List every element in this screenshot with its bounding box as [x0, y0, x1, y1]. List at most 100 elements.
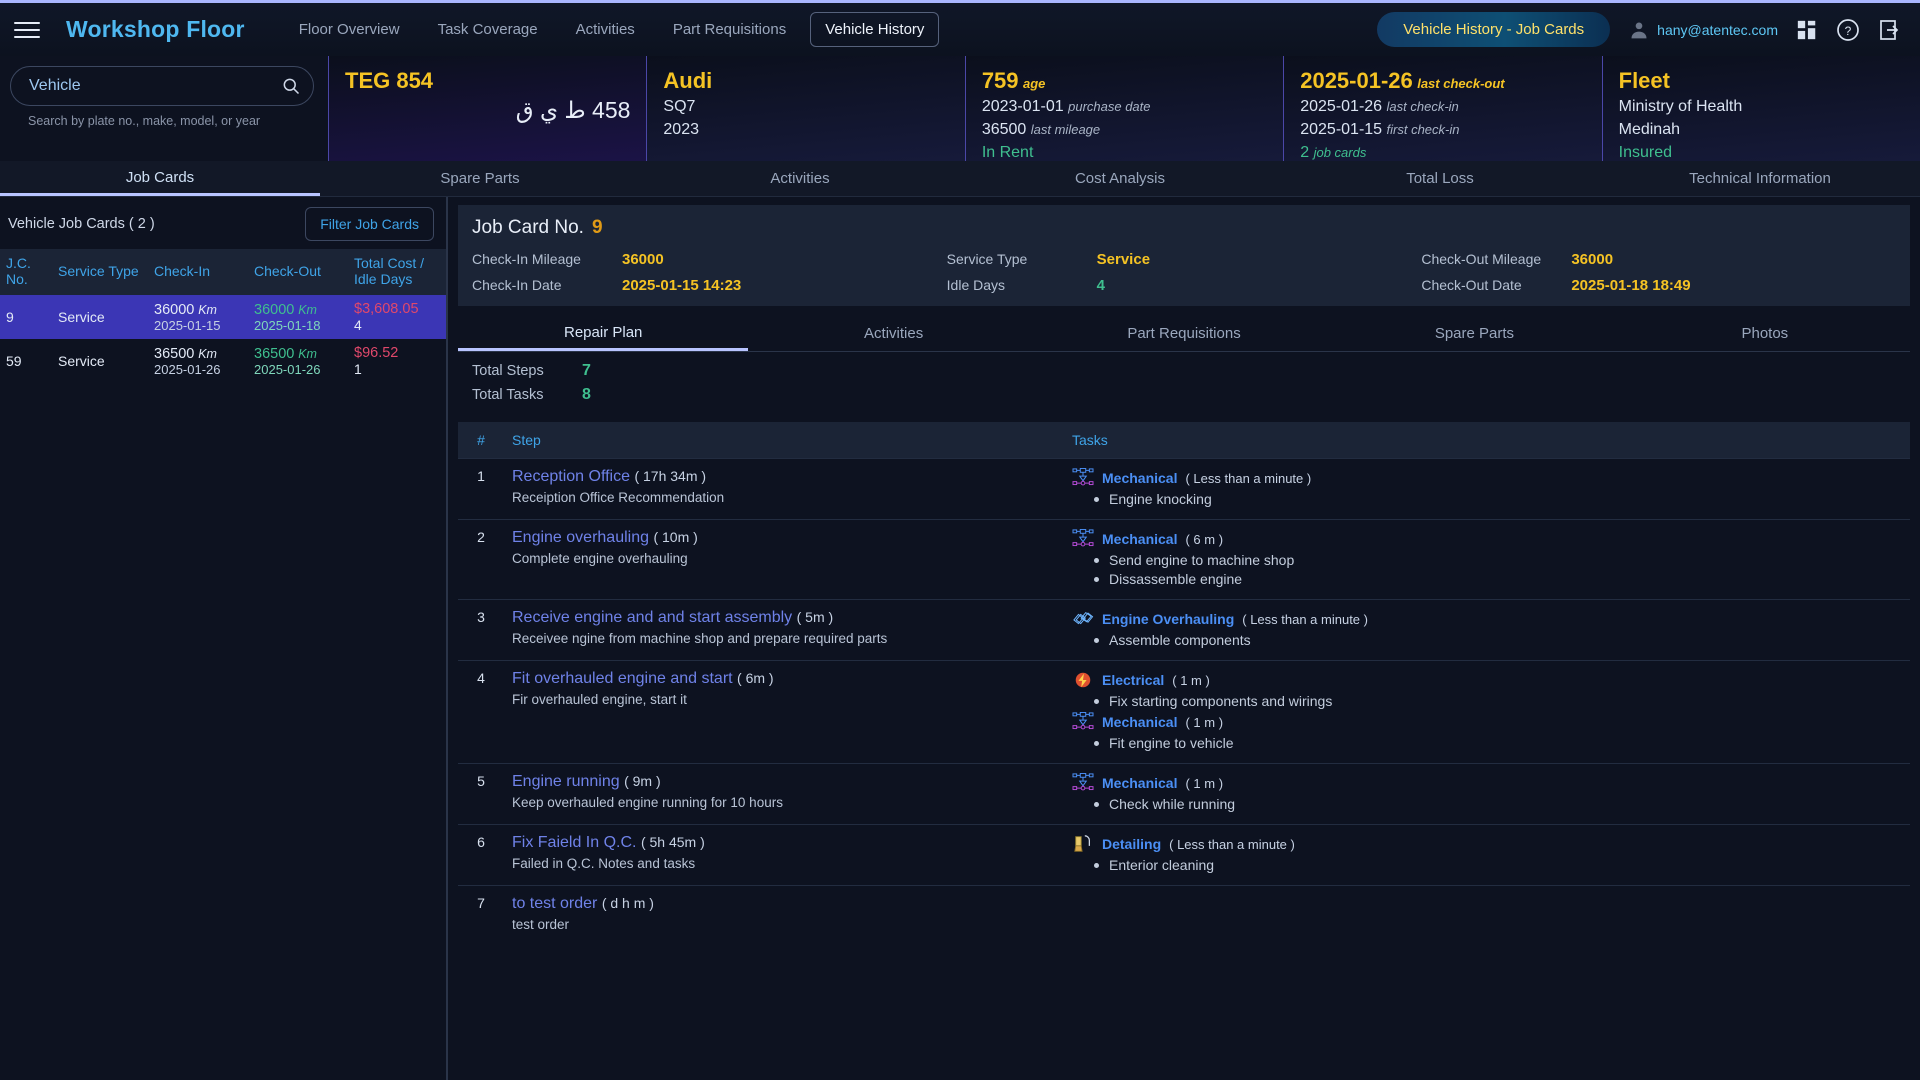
job-cards-panel-header: Vehicle Job Cards ( 2 ) Filter Job Cards — [0, 197, 446, 245]
user-account[interactable]: hany@atentec.com — [1628, 20, 1778, 40]
last-checkin-label: last check-in — [1386, 99, 1459, 115]
column-step: Step — [504, 422, 1064, 459]
repair-step-row[interactable]: 1 Reception Office ( 17h 34m ) Receiption … — [458, 458, 1910, 520]
user-avatar-icon — [1631, 22, 1647, 38]
help-circle-icon[interactable]: ? — [1836, 18, 1860, 42]
nav-item-task-coverage[interactable]: Task Coverage — [424, 14, 552, 45]
total-steps-value: 7 — [582, 362, 591, 379]
bullet-icon — [1094, 801, 1099, 807]
repair-step-row[interactable]: 4 Fit overhauled engine and start ( 6m ) F… — [458, 660, 1910, 764]
repair-step-row[interactable]: 3 Receive engine and and start assembly (… — [458, 599, 1910, 661]
tab-cost-analysis[interactable]: Cost Analysis — [960, 161, 1280, 196]
search-input[interactable] — [29, 77, 281, 95]
step-duration: ( 9m ) — [624, 773, 661, 789]
search-icon[interactable] — [281, 76, 301, 96]
cell-check-out: 36000 Km 2025-01-18 — [248, 295, 348, 339]
fleet-city: Medinah — [1618, 121, 1680, 139]
rental-status-badge: In Rent — [981, 144, 1034, 162]
checkout-km-unit: Km — [298, 347, 317, 361]
plate-number-arabic: 854 ط ي ق — [515, 97, 631, 124]
logout-icon[interactable] — [1878, 18, 1902, 42]
field-value: 36000 — [1571, 251, 1614, 268]
vehicle-fleet-card: Fleet Ministry of Health Medinah Insured — [1601, 56, 1920, 161]
job-cards-table: J.C. No. Service Type Check-In Check-Out … — [0, 249, 446, 383]
step-name[interactable]: Receive engine and and start assembly — [512, 609, 792, 626]
repair-step-row[interactable]: 5 Engine running ( 9m ) Keep overhauled en… — [458, 763, 1910, 825]
column-jc-no[interactable]: J.C. No. — [0, 249, 52, 295]
task-duration: ( 1 m ) — [1185, 775, 1224, 791]
step-name[interactable]: Engine running — [512, 773, 620, 790]
step-number: 7 — [458, 885, 504, 941]
column-service-type[interactable]: Service Type — [52, 249, 148, 295]
step-name[interactable]: Fit overhauled engine and start — [512, 670, 733, 687]
table-row[interactable]: 9 Service 36000 Km 2025-01-15 36000 Km 2… — [0, 295, 446, 339]
job-card-detail-panel: Job Card No. 9 Check-In Mileage 36000 Ser… — [448, 197, 1920, 1080]
nav-item-floor-overview[interactable]: Floor Overview — [285, 14, 414, 45]
task-item: Send engine to machine shop — [1076, 552, 1902, 568]
step-name[interactable]: Reception Office — [512, 468, 630, 485]
cell-service-type: Service — [58, 353, 105, 369]
vehicle-make-card: Audi SQ7 2023 — [646, 56, 965, 161]
nav-item-part-requisitions[interactable]: Part Requisitions — [659, 14, 800, 45]
first-checkin-label: first check-in — [1386, 122, 1460, 138]
subtab-photos[interactable]: Photos — [1620, 316, 1910, 351]
tab-spare-parts[interactable]: Spare Parts — [320, 161, 640, 196]
step-duration: ( 6m ) — [737, 670, 774, 686]
field-service-type: Service Type Service — [947, 251, 1422, 268]
task-item: Assemble components — [1076, 632, 1902, 648]
subtab-repair-plan[interactable]: Repair Plan — [458, 316, 749, 351]
filter-job-cards-button[interactable]: Filter Job Cards — [305, 207, 434, 241]
subtab-activities[interactable]: Activities — [748, 316, 1038, 351]
step-number: 4 — [458, 660, 504, 764]
step-name[interactable]: to test order — [512, 895, 597, 912]
apps-grid-icon[interactable] — [1796, 19, 1818, 41]
subtab-spare-parts[interactable]: Spare Parts — [1329, 316, 1619, 351]
repair-step-row[interactable]: 6 Fix Faield In Q.C. ( 5h 45m ) Failed in … — [458, 824, 1910, 886]
step-name[interactable]: Fix Faield In Q.C. — [512, 834, 636, 851]
search-column: Search by plate no., make, model, or yea… — [0, 56, 328, 161]
cell-check-out: 36500 Km 2025-01-26 — [248, 339, 348, 383]
repair-step-row[interactable]: 2 Engine overhauling ( 10m ) Complete engi… — [458, 519, 1910, 600]
tab-technical-information[interactable]: Technical Information — [1600, 161, 1920, 196]
total-tasks-line: Total Tasks 8 — [472, 386, 1910, 404]
field-label: Check-In Date — [472, 277, 562, 293]
tasks-cell: Mechanical ( 6 m ) Send engine to machine … — [1064, 519, 1910, 600]
tab-job-cards[interactable]: Job Cards — [0, 161, 320, 196]
task-item: Enterior cleaning — [1076, 857, 1902, 873]
tasks-cell: Mechanical ( 1 m ) Check while running — [1064, 763, 1910, 825]
nav-item-vehicle-history[interactable]: Vehicle History — [810, 12, 940, 47]
last-checkin-value: 2025-01-26 — [1300, 98, 1383, 116]
job-card-title-label: Job Card No. — [472, 217, 584, 238]
tasks-cell: Detailing ( Less than a minute ) Enterior … — [1064, 824, 1910, 886]
vehicle-make: Audi — [663, 68, 713, 93]
step-duration: ( 5h 45m ) — [640, 834, 705, 850]
job-cards-table-header: J.C. No. Service Type Check-In Check-Out … — [0, 249, 446, 295]
search-box[interactable] — [10, 66, 314, 106]
job-card-fields: Check-In Mileage 36000 Service Type Serv… — [472, 251, 1896, 294]
repair-step-row[interactable]: 7 to test order ( d h m ) test order — [458, 885, 1910, 941]
column-check-out[interactable]: Check-Out — [248, 249, 348, 295]
tab-total-loss[interactable]: Total Loss — [1280, 161, 1600, 196]
hamburger-icon[interactable] — [14, 21, 40, 38]
table-row[interactable]: 59 Service 36500 Km 2025-01-26 36500 Km … — [0, 339, 446, 383]
column-total-cost-idle-days[interactable]: Total Cost / Idle Days — [348, 249, 446, 295]
total-tasks-value: 8 — [582, 386, 591, 403]
tab-activities[interactable]: Activities — [640, 161, 960, 196]
task-group: Detailing ( Less than a minute ) Enterior … — [1072, 834, 1902, 873]
task-type-label: Engine Overhauling — [1102, 611, 1235, 627]
fleet-owner: Ministry of Health — [1618, 98, 1743, 116]
idle-days: 4 — [354, 317, 362, 333]
nav-item-activities[interactable]: Activities — [562, 14, 649, 45]
task-group: Engine Overhauling ( Less than a minute )… — [1072, 609, 1902, 648]
total-tasks-label: Total Tasks — [472, 387, 544, 403]
job-cards-count-label: job cards — [1313, 145, 1367, 161]
app-brand-title: Workshop Floor — [66, 16, 245, 42]
last-mileage-label: last mileage — [1030, 122, 1101, 138]
task-duration: ( Less than a minute ) — [1185, 470, 1312, 486]
column-check-in[interactable]: Check-In — [148, 249, 248, 295]
step-name[interactable]: Engine overhauling — [512, 529, 649, 546]
task-item-label: Fix starting components and wirings — [1109, 693, 1333, 709]
step-cell: Receive engine and and start assembly ( … — [504, 599, 1064, 661]
checkin-km: 36500 — [154, 346, 195, 362]
subtab-part-requisitions[interactable]: Part Requisitions — [1039, 316, 1329, 351]
